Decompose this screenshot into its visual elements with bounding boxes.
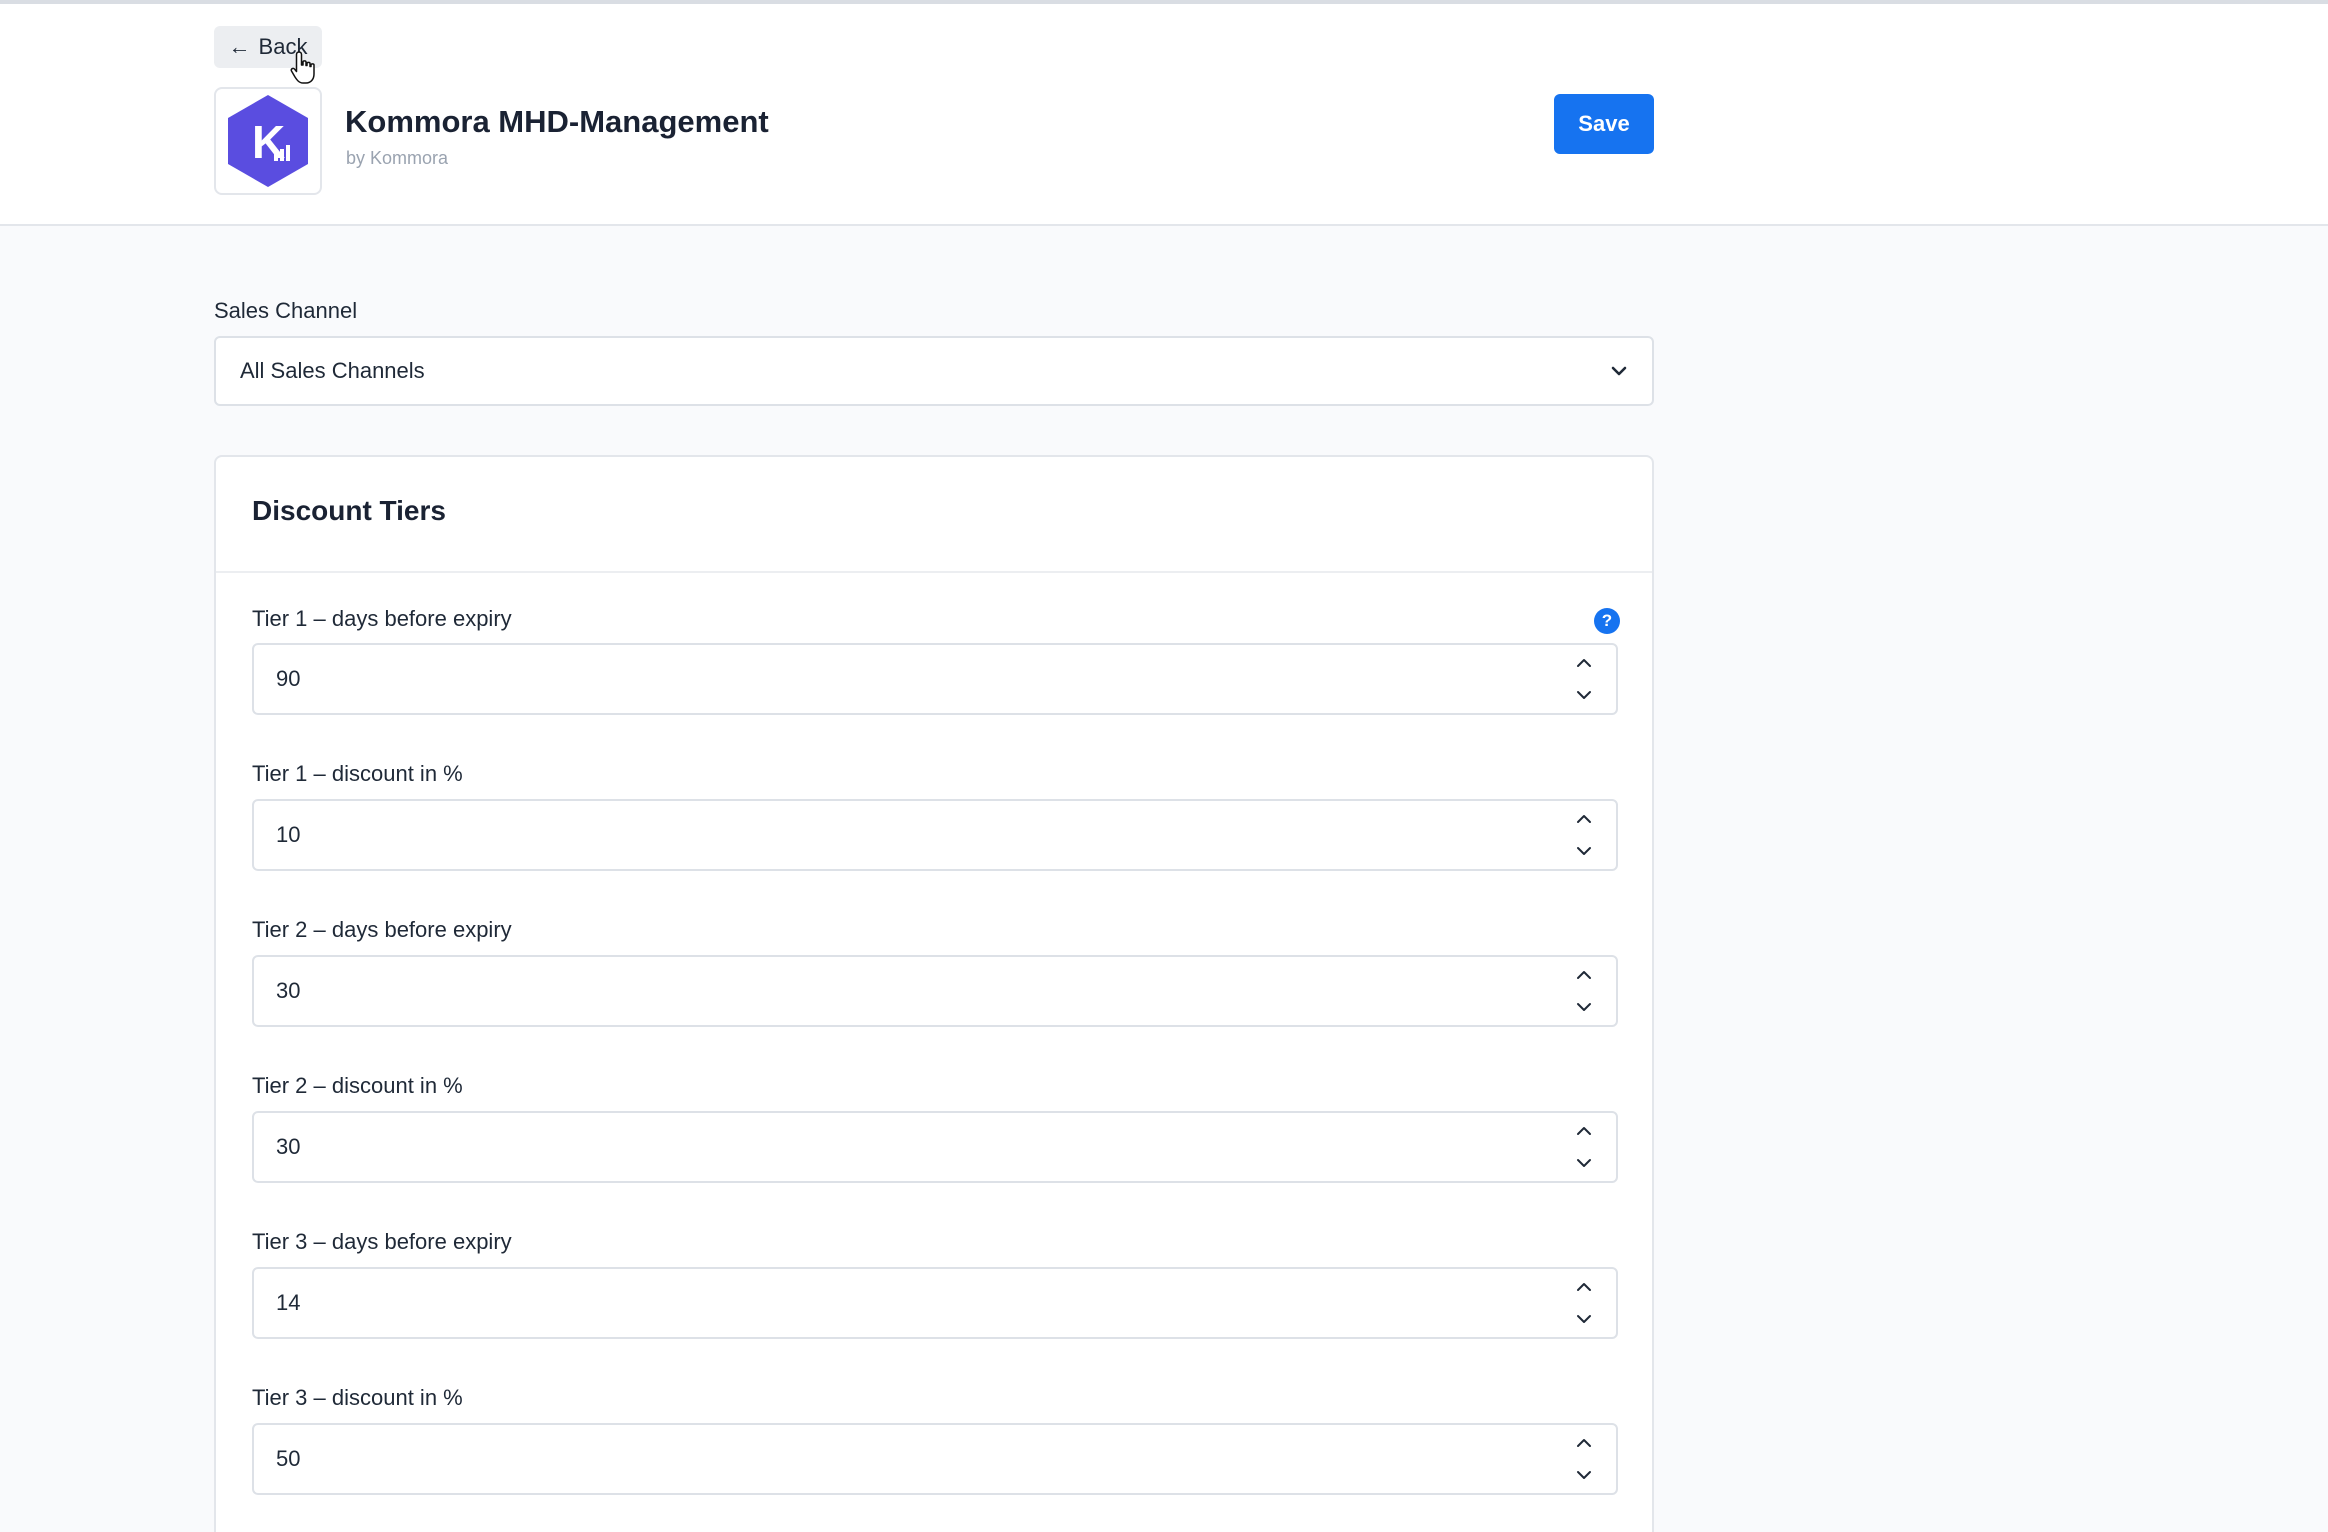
tier-1-days-value: 90 — [276, 666, 301, 691]
chevron-up-icon[interactable] — [1574, 1280, 1594, 1294]
sales-channel-label: Sales Channel — [214, 298, 358, 323]
chevron-up-icon[interactable] — [1574, 968, 1594, 982]
tier-3-days-input[interactable]: 14 — [252, 1267, 1618, 1339]
tier-3-discount-input[interactable]: 50 — [252, 1423, 1618, 1495]
chevron-down-icon[interactable] — [1574, 1468, 1594, 1482]
save-button[interactable]: Save — [1554, 94, 1654, 154]
tier-1-discount-input[interactable]: 10 — [252, 799, 1618, 871]
tier-1-discount-label: Tier 1 – discount in % — [252, 761, 463, 786]
chevron-up-icon[interactable] — [1574, 656, 1594, 670]
tier-2-days-label: Tier 2 – days before expiry — [252, 917, 512, 942]
chevron-down-icon[interactable] — [1574, 1312, 1594, 1326]
app-logo: K — [214, 87, 322, 195]
tier-2-discount-label: Tier 2 – discount in % — [252, 1073, 463, 1098]
app-vendor: by Kommora — [346, 148, 449, 168]
tier-1-days-input[interactable]: 90 — [252, 643, 1618, 715]
tier-3-days-value: 14 — [276, 1290, 301, 1315]
chevron-down-icon[interactable] — [1574, 844, 1594, 858]
tier-3-discount-value: 50 — [276, 1446, 301, 1471]
tier-2-days-input[interactable]: 30 — [252, 955, 1618, 1027]
chevron-down-icon — [1611, 366, 1627, 376]
tier-1-days-label: Tier 1 – days before expiry — [252, 606, 512, 631]
sales-channel-select[interactable]: All Sales Channels — [214, 336, 1654, 406]
chevron-up-icon[interactable] — [1574, 1436, 1594, 1450]
app-logo-icon: K — [228, 95, 308, 187]
tier-2-discount-value: 30 — [276, 1134, 301, 1159]
sales-channel-selected-value: All Sales Channels — [240, 358, 425, 383]
chevron-down-icon[interactable] — [1574, 688, 1594, 702]
discount-tiers-card: Discount Tiers ? Tier 1 – days before ex… — [214, 455, 1654, 1532]
app-header: ← Back K Kommora MHD-Management by Kommo… — [0, 4, 2328, 226]
chevron-down-icon[interactable] — [1574, 1156, 1594, 1170]
tier-2-days-value: 30 — [276, 978, 301, 1003]
tier-2-discount-input[interactable]: 30 — [252, 1111, 1618, 1183]
chevron-up-icon[interactable] — [1574, 1124, 1594, 1138]
chevron-up-icon[interactable] — [1574, 812, 1594, 826]
card-divider — [216, 571, 1652, 573]
tier-3-days-label: Tier 3 – days before expiry — [252, 1229, 512, 1254]
app-title: Kommora MHD-Management — [345, 104, 769, 139]
hand-pointer-icon — [290, 51, 315, 84]
discount-tiers-title: Discount Tiers — [252, 495, 446, 526]
tier-1-discount-value: 10 — [276, 822, 301, 847]
arrow-left-icon: ← — [228, 34, 251, 59]
tier-3-discount-label: Tier 3 – discount in % — [252, 1385, 463, 1410]
question-mark-icon[interactable]: ? — [1594, 608, 1620, 634]
chevron-down-icon[interactable] — [1574, 1000, 1594, 1014]
